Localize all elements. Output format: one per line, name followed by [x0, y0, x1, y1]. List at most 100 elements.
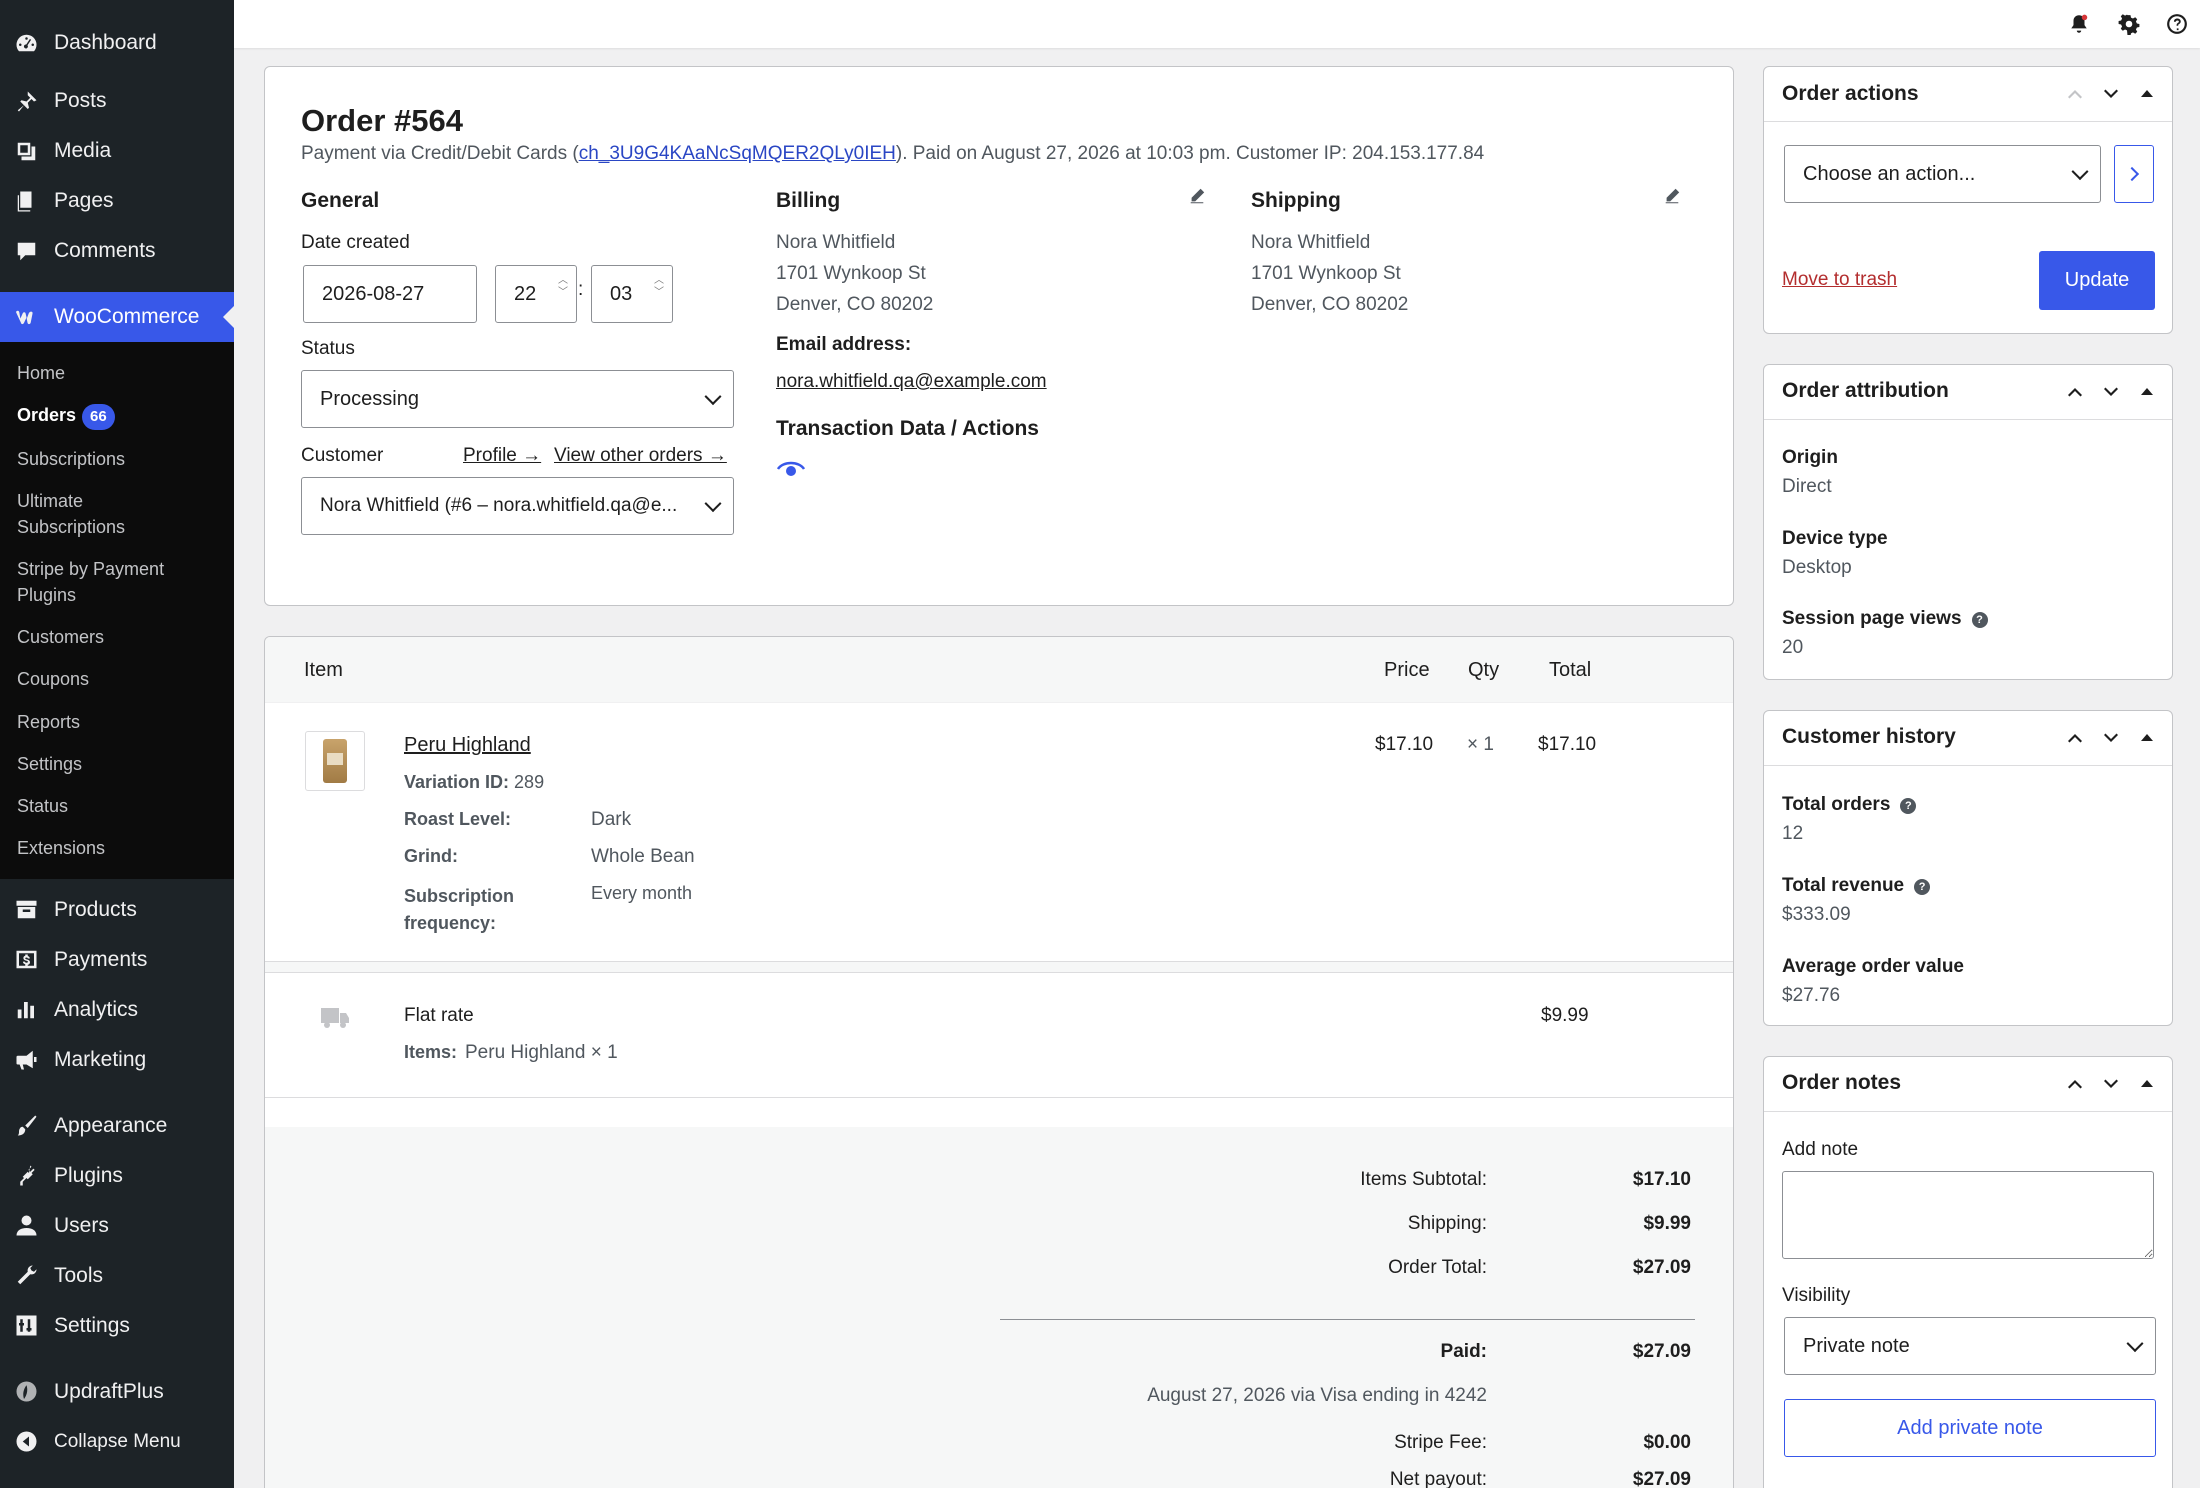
view-other-orders-link[interactable]: View other orders →: [554, 445, 727, 467]
wrench-icon: [12, 1262, 40, 1290]
apply-action-button[interactable]: [2114, 145, 2154, 203]
menu-posts[interactable]: Posts: [0, 76, 234, 126]
menu-payments[interactable]: Payments: [0, 935, 234, 985]
menu-pages[interactable]: Pages: [0, 176, 234, 226]
hour-spinner-icon[interactable]: ︿ ﹀: [556, 275, 570, 313]
billing-street: 1701 Wynkoop St: [776, 263, 926, 284]
updraftplus-icon: [12, 1378, 40, 1406]
submenu-settings[interactable]: Settings: [0, 743, 234, 785]
collapse-triangle-icon[interactable]: [2136, 83, 2158, 105]
menu-plugins[interactable]: Plugins: [0, 1151, 234, 1201]
submenu-ultimate-subscriptions[interactable]: Ultimate Subscriptions: [0, 480, 190, 548]
date-created-input[interactable]: 2026-08-27: [303, 265, 477, 323]
metabox-separator: [1764, 765, 2172, 766]
chevron-down-icon[interactable]: [2100, 727, 2122, 749]
menu-appearance[interactable]: Appearance: [0, 1101, 234, 1151]
note-visibility-select[interactable]: Private note: [1784, 1317, 2156, 1375]
meta-value-frequency: Every month: [591, 883, 693, 903]
submenu-orders-label: Orders: [17, 405, 77, 426]
chevron-down-icon: [2126, 1335, 2144, 1353]
billing-email-link[interactable]: nora.whitfield.qa@example.com: [776, 371, 1047, 393]
minute-input[interactable]: 03 ︿ ﹀: [591, 265, 673, 323]
submenu-coupons[interactable]: Coupons: [0, 658, 234, 700]
submenu-customers[interactable]: Customers: [0, 616, 234, 658]
chevron-up-icon[interactable]: [2064, 83, 2086, 105]
help-icon[interactable]: ?: [1914, 879, 1931, 895]
meta-key-roast: Roast Level:: [404, 809, 512, 829]
customer-select[interactable]: Nora Whitfield (#6 – nora.whitfield.qa@e…: [301, 477, 734, 535]
meta-key-frequency: Subscription frequency:: [404, 886, 515, 933]
menu-products[interactable]: Products: [0, 885, 234, 935]
product-price: $17.10: [1375, 734, 1434, 755]
chevron-up-icon[interactable]: [2064, 727, 2086, 749]
menu-analytics[interactable]: Analytics: [0, 985, 234, 1035]
menu-dashboard[interactable]: Dashboard: [0, 10, 234, 76]
update-button[interactable]: Update: [2039, 251, 2155, 310]
help-circle-icon[interactable]: [2166, 13, 2188, 35]
order-action-select[interactable]: Choose an action...: [1784, 145, 2101, 203]
menu-marketing[interactable]: Marketing: [0, 1035, 234, 1085]
woocommerce-icon: [12, 303, 40, 331]
chevron-up-icon[interactable]: [2064, 1073, 2086, 1095]
hour-input[interactable]: 22 ︿ ﹀: [495, 265, 577, 323]
eye-icon[interactable]: [776, 459, 806, 479]
customer-profile-link[interactable]: Profile →: [463, 445, 541, 467]
billing-heading: Billing: [776, 189, 841, 212]
menu-label: Products: [54, 897, 137, 921]
submenu-subscriptions[interactable]: Subscriptions: [0, 438, 234, 480]
admin-sidebar: Dashboard Posts Media Pages Comments Woo…: [0, 0, 235, 1488]
paid-label: Paid:: [1440, 1341, 1487, 1362]
total-orders-text: Total orders: [1782, 794, 1891, 815]
collapse-triangle-icon[interactable]: [2136, 381, 2158, 403]
chevron-down-icon[interactable]: [2100, 83, 2122, 105]
chevron-down-icon[interactable]: [2100, 1073, 2122, 1095]
submenu-reports[interactable]: Reports: [0, 701, 234, 743]
menu-woocommerce[interactable]: WooCommerce: [0, 292, 235, 342]
customer-label: Customer: [301, 445, 384, 466]
minute-spinner-icon[interactable]: ︿ ﹀: [652, 275, 666, 313]
edit-shipping-pencil-icon[interactable]: [1663, 187, 1681, 205]
minute-value: 03: [610, 282, 633, 305]
device-type-label: Device type: [1782, 528, 1888, 549]
chevron-down-icon[interactable]: [2100, 381, 2122, 403]
order-attribution-box: Order attribution Origin Direct Device t…: [1763, 364, 2173, 680]
submenu-stripe[interactable]: Stripe by Payment Plugins: [0, 548, 220, 616]
move-to-trash-link[interactable]: Move to trash: [1782, 269, 1897, 291]
order-total-value: $27.09: [1632, 1257, 1691, 1278]
metabox-separator: [1764, 419, 2172, 420]
total-revenue-value: $333.09: [1782, 904, 1851, 925]
product-name-link[interactable]: Peru Highland: [404, 734, 531, 757]
menu-comments[interactable]: Comments: [0, 226, 234, 276]
submenu-status[interactable]: Status: [0, 785, 234, 827]
charge-id-link[interactable]: ch_3U9G4KAaNcSqMQER2QLy0IEH: [579, 143, 896, 164]
metabox-controls: [2064, 1073, 2158, 1095]
collapse-triangle-icon[interactable]: [2136, 727, 2158, 749]
metabox-separator: [1764, 1111, 2172, 1112]
add-private-note-button[interactable]: Add private note: [1784, 1399, 2156, 1457]
stripe-fee-value: $0.00: [1643, 1432, 1691, 1453]
status-select[interactable]: Processing: [301, 370, 734, 428]
shipping-name: Nora Whitfield: [1251, 232, 1371, 253]
help-icon[interactable]: ?: [1900, 798, 1917, 814]
menu-users[interactable]: Users: [0, 1201, 234, 1251]
submenu-home[interactable]: Home: [0, 352, 234, 394]
menu-updraftplus[interactable]: UpdraftPlus: [0, 1367, 234, 1417]
collapse-menu-button[interactable]: Collapse Menu: [0, 1417, 234, 1467]
menu-media[interactable]: Media: [0, 126, 234, 176]
help-icon[interactable]: ?: [1971, 612, 1988, 628]
submenu-extensions[interactable]: Extensions: [0, 827, 234, 869]
chevron-up-icon[interactable]: [2064, 381, 2086, 403]
edit-billing-pencil-icon[interactable]: [1188, 187, 1206, 205]
menu-tools[interactable]: Tools: [0, 1251, 234, 1301]
header-total: Total: [1549, 659, 1592, 681]
note-textarea[interactable]: [1782, 1171, 2154, 1259]
notification-bell-icon[interactable]: [2068, 13, 2090, 35]
megaphone-icon: [12, 1046, 40, 1074]
menu-settings[interactable]: Settings: [0, 1301, 234, 1351]
bar-chart-icon: [12, 996, 40, 1024]
billing-name: Nora Whitfield: [776, 232, 896, 253]
gear-icon[interactable]: [2118, 13, 2140, 36]
collapse-triangle-icon[interactable]: [2136, 1073, 2158, 1095]
submenu-orders[interactable]: Orders 66: [0, 394, 234, 438]
total-revenue-label: Total revenue?: [1782, 875, 1931, 897]
